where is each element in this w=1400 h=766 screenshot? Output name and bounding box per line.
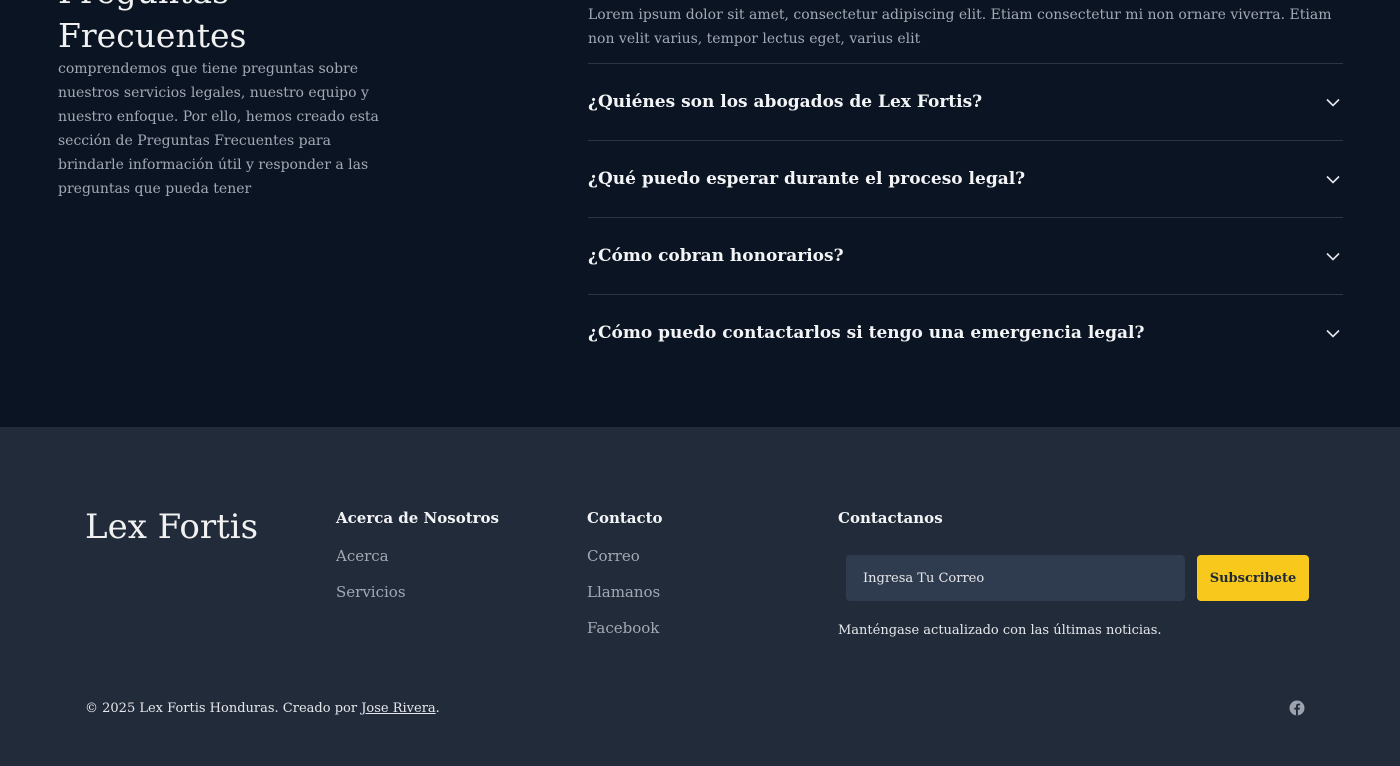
chevron-down-icon: [1325, 94, 1341, 110]
footer-subscribe-heading: Contactanos: [838, 509, 943, 527]
faq-item[interactable]: ¿Quiénes son los abogados de Lex Fortis?: [588, 63, 1343, 140]
footer-brand[interactable]: Lex Fortis: [85, 507, 258, 547]
faq-question: ¿Cómo puedo contactarlos si tengo una em…: [588, 323, 1145, 343]
copyright-suffix: .: [435, 701, 440, 716]
footer-link-facebook[interactable]: Facebook: [587, 617, 663, 639]
faq-title-line2: Frecuentes: [58, 16, 247, 55]
facebook-icon[interactable]: [1289, 700, 1305, 716]
faq-item[interactable]: ¿Cómo cobran honorarios?: [588, 217, 1343, 294]
footer-link-llamanos[interactable]: Llamanos: [587, 581, 663, 603]
faq-description: comprendemos que tiene preguntas sobre n…: [58, 61, 379, 197]
footer-about-heading: Acerca de Nosotros: [336, 509, 499, 527]
faq-item[interactable]: ¿Cómo puedo contactarlos si tengo una em…: [588, 294, 1343, 371]
faq-title: Preguntas Frecuentes: [58, 0, 246, 58]
footer-contact-column: Contacto Correo Llamanos Facebook: [587, 509, 663, 653]
faq-intro: Lorem ipsum dolor sit amet, consectetur …: [588, 7, 1332, 47]
faq-item[interactable]: ¿Qué puedo esperar durante el proceso le…: [588, 140, 1343, 217]
faq-title-line1: Preguntas: [58, 0, 246, 14]
email-field[interactable]: [846, 555, 1185, 601]
footer-contact-heading: Contacto: [587, 509, 663, 527]
author-link[interactable]: Jose Rivera: [361, 701, 435, 716]
faq-list: ¿Quiénes son los abogados de Lex Fortis?…: [588, 63, 1343, 371]
subscribe-form: Subscribete: [846, 555, 1309, 601]
chevron-down-icon: [1325, 171, 1341, 187]
faq-question: ¿Quiénes son los abogados de Lex Fortis?: [588, 92, 983, 112]
subscribe-note: Manténgase actualizado con las últimas n…: [838, 623, 1162, 638]
faq-question: ¿Qué puedo esperar durante el proceso le…: [588, 169, 1026, 189]
chevron-down-icon: [1325, 248, 1341, 264]
footer-link-correo[interactable]: Correo: [587, 545, 663, 567]
footer-about-column: Acerca de Nosotros Acerca Servicios: [336, 509, 499, 617]
faq-section: Preguntas Frecuentes comprendemos que ti…: [0, 0, 1400, 427]
faq-question: ¿Cómo cobran honorarios?: [588, 246, 844, 266]
footer-link-acerca[interactable]: Acerca: [336, 545, 499, 567]
chevron-down-icon: [1325, 325, 1341, 341]
copyright-text: © 2025 Lex Fortis Honduras. Creado por: [85, 701, 362, 716]
copyright: © 2025 Lex Fortis Honduras. Creado por J…: [85, 701, 440, 716]
site-footer: Lex Fortis Acerca de Nosotros Acerca Ser…: [0, 427, 1400, 766]
footer-link-servicios[interactable]: Servicios: [336, 581, 499, 603]
footer-subscribe-column: Contactanos: [838, 509, 943, 545]
subscribe-button[interactable]: Subscribete: [1197, 555, 1309, 601]
